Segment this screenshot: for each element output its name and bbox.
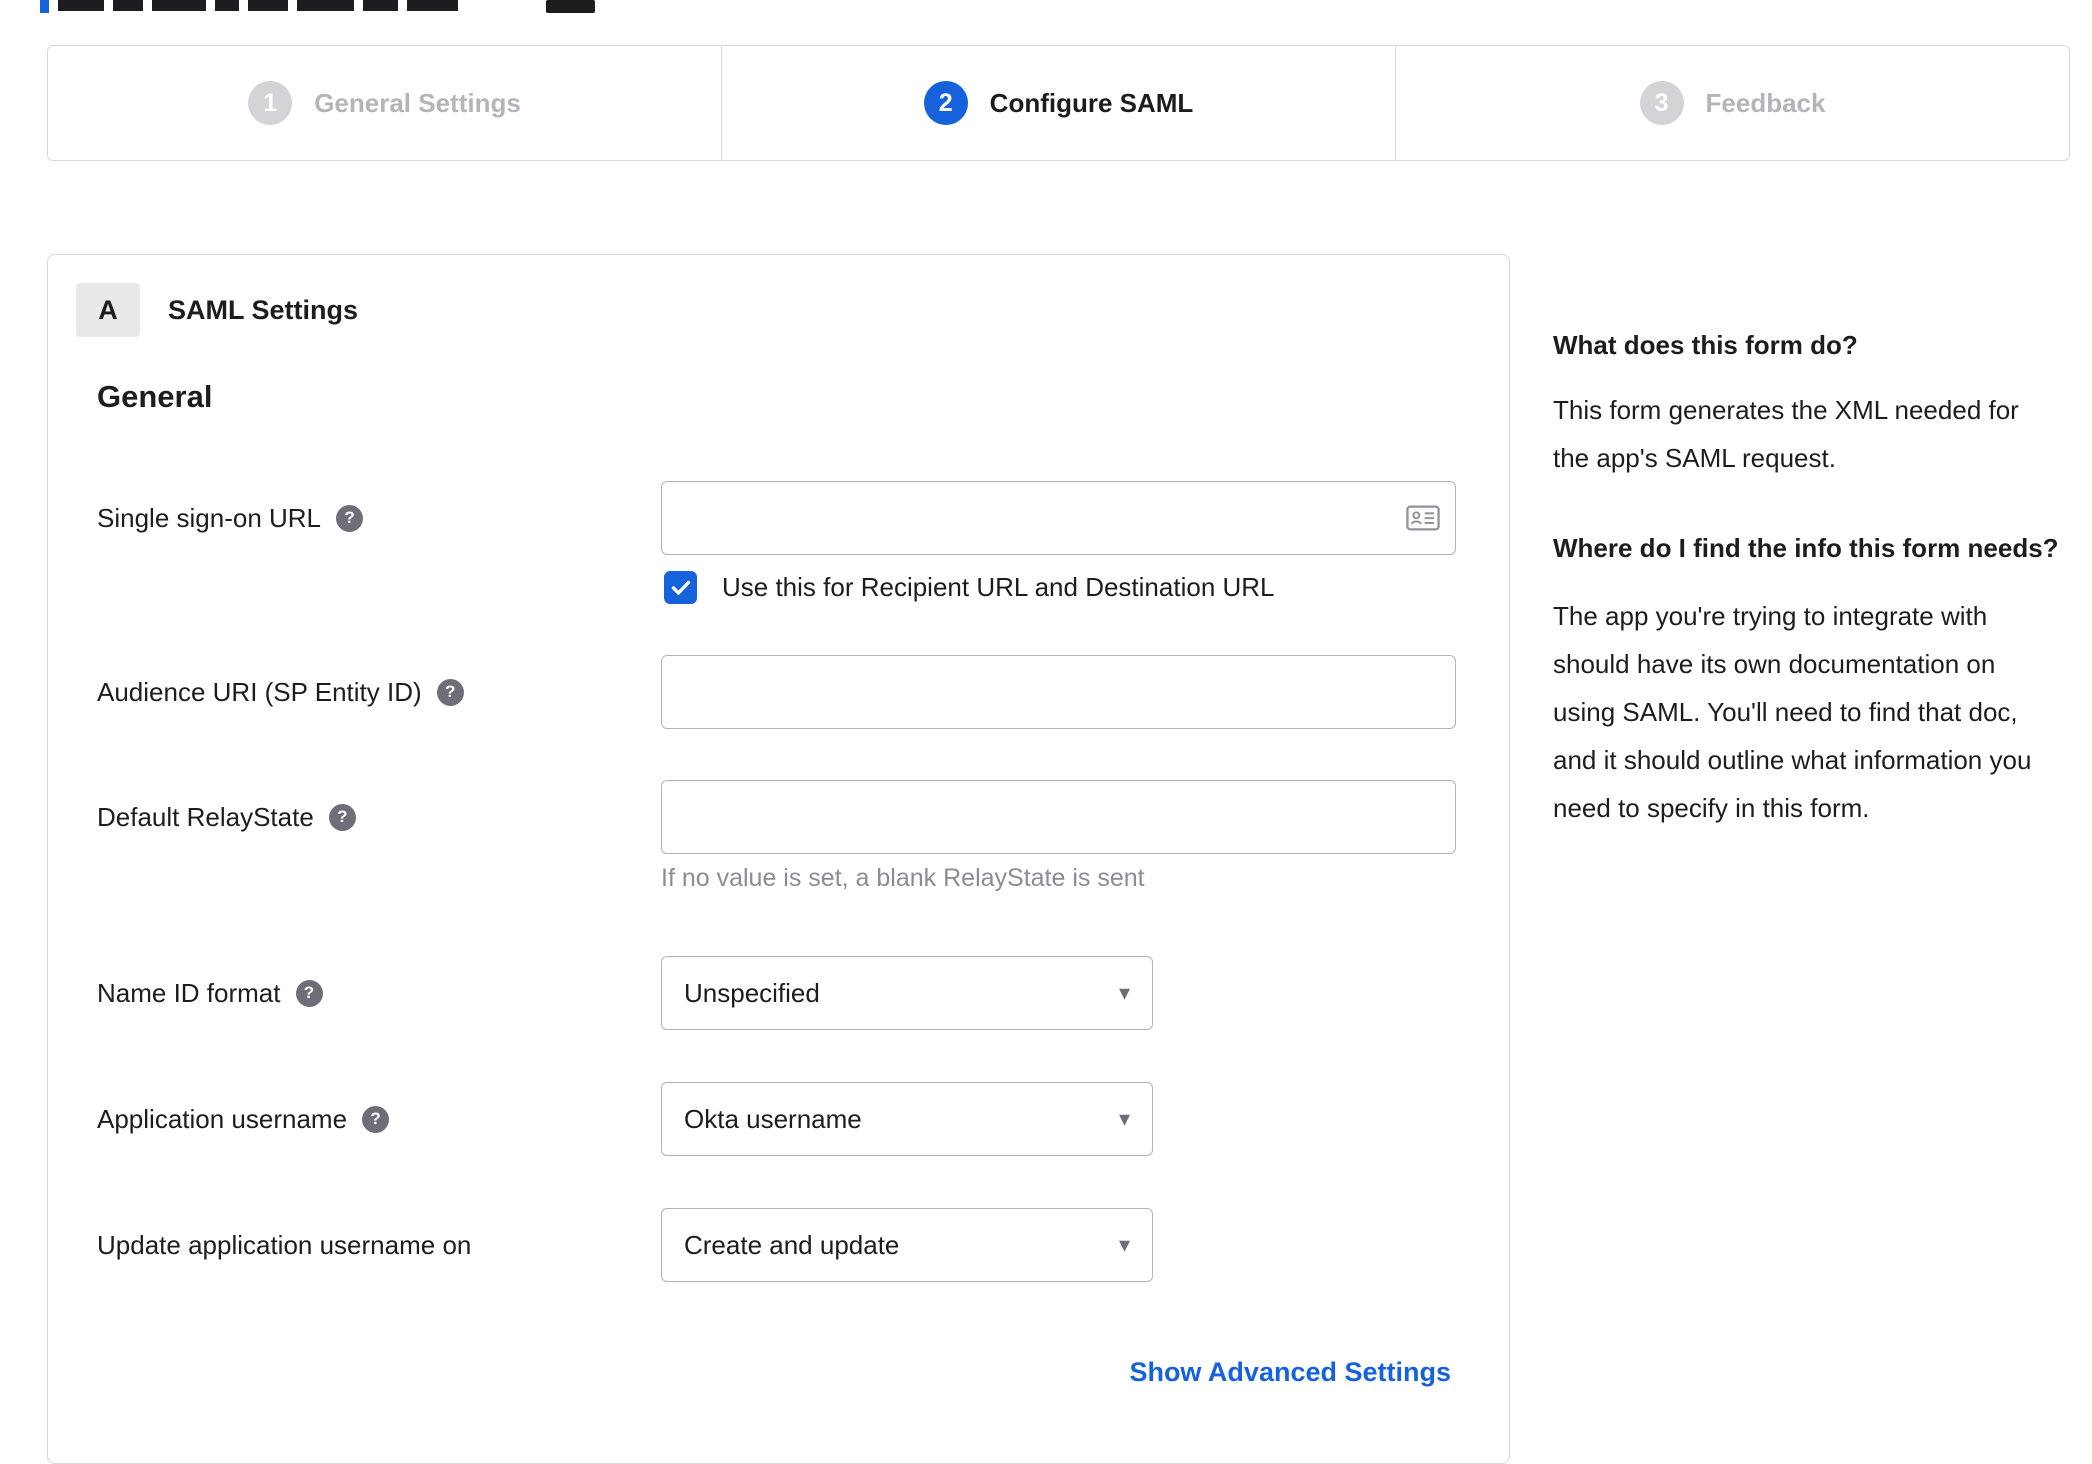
relaystate-input-wrap [661, 780, 1456, 854]
step-label: General Settings [314, 87, 521, 118]
step-number-badge: 3 [1639, 81, 1684, 125]
label-text: Update application username on [97, 1229, 472, 1260]
glyph-fragment [113, 0, 143, 11]
glyph-fragment [363, 0, 398, 11]
section-badge: A [76, 283, 140, 337]
relaystate-hint: If no value is set, a blank RelayState i… [661, 864, 1145, 892]
sso-url-input[interactable] [661, 481, 1456, 555]
label-text: Default RelayState [97, 801, 314, 832]
show-advanced-settings-link[interactable]: Show Advanced Settings [1129, 1357, 1451, 1388]
label-text: Name ID format [97, 977, 281, 1008]
help-icon[interactable]: ? [436, 678, 464, 706]
recipient-url-checkbox-row: Use this for Recipient URL and Destinati… [664, 571, 1275, 604]
help-question-title: Where do I find the info this form needs… [1553, 533, 2059, 563]
step-label: Configure SAML [989, 87, 1194, 118]
chevron-down-icon: ▾ [1118, 980, 1130, 1005]
field-label-sso-url: Single sign-on URL ? [97, 481, 364, 555]
field-label-default-relaystate: Default RelayState ? [97, 780, 356, 854]
step-number-badge: 2 [923, 81, 968, 125]
glyph-fragment [40, 0, 49, 13]
help-icon[interactable]: ? [295, 979, 323, 1007]
glyph-fragment [152, 0, 206, 11]
help-answer-text: This form generates the XML needed for t… [1553, 395, 2019, 473]
step-configure-saml[interactable]: 2 Configure SAML [721, 46, 1395, 160]
saml-settings-card: A SAML Settings General Single sign-on U… [47, 254, 1510, 1464]
glyph-fragment [297, 0, 354, 11]
section-title: SAML Settings [168, 294, 359, 325]
help-icon[interactable]: ? [362, 1105, 390, 1133]
audience-uri-input[interactable] [661, 655, 1456, 729]
label-text: Single sign-on URL [97, 502, 322, 533]
recipient-url-checkbox[interactable] [664, 571, 697, 604]
update-username-on-select[interactable]: Create and update ▾ [661, 1208, 1153, 1282]
cropped-page-title [40, 0, 595, 13]
help-icon[interactable]: ? [328, 803, 356, 831]
application-username-select[interactable]: Okta username ▾ [661, 1082, 1153, 1156]
sso-url-input-wrap [661, 481, 1456, 555]
help-icon[interactable]: ? [336, 504, 364, 532]
wizard-stepper: 1 General Settings 2 Configure SAML 3 Fe… [47, 45, 2070, 161]
select-value: Create and update [684, 1229, 900, 1260]
glyph-gap [467, 0, 537, 11]
glyph-fragment [546, 0, 595, 13]
field-label-update-username-on: Update application username on [97, 1208, 471, 1282]
glyph-fragment [58, 0, 104, 11]
address-card-icon[interactable] [1406, 505, 1440, 532]
field-label-application-username: Application username ? [97, 1082, 390, 1156]
glyph-fragment [215, 0, 239, 11]
field-label-audience-uri: Audience URI (SP Entity ID) ? [97, 655, 464, 729]
help-answer-text: The app you're trying to integrate with … [1553, 601, 2032, 823]
step-number-badge: 1 [248, 81, 293, 125]
group-heading-general: General [97, 379, 213, 414]
name-id-format-select[interactable]: Unspecified ▾ [661, 956, 1153, 1030]
chevron-down-icon: ▾ [1118, 1106, 1130, 1131]
select-value: Unspecified [684, 977, 820, 1008]
step-feedback[interactable]: 3 Feedback [1395, 46, 2069, 160]
help-sidebar: What does this form do? This form genera… [1553, 326, 2061, 876]
label-text: Audience URI (SP Entity ID) [97, 676, 422, 707]
select-value: Okta username [684, 1103, 862, 1134]
audience-uri-input-wrap [661, 655, 1456, 729]
chevron-down-icon: ▾ [1118, 1232, 1130, 1257]
label-text: Application username [97, 1103, 348, 1134]
glyph-fragment [407, 0, 458, 11]
step-label: Feedback [1705, 87, 1826, 118]
step-general-settings[interactable]: 1 General Settings [48, 46, 721, 160]
field-label-name-id-format: Name ID format ? [97, 956, 323, 1030]
checkbox-label: Use this for Recipient URL and Destinati… [722, 572, 1275, 602]
glyph-fragment [248, 0, 288, 11]
help-question-title: What does this form do? [1553, 330, 1858, 360]
relaystate-input[interactable] [661, 780, 1456, 854]
